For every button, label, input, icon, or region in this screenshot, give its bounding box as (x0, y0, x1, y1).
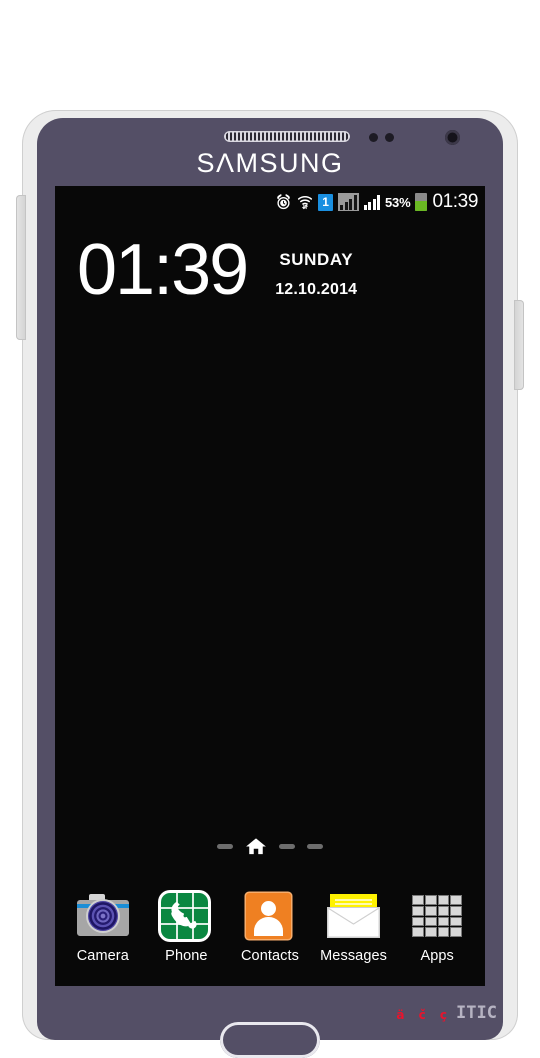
messages-icon[interactable] (326, 892, 382, 940)
battery-percent-label: 53% (385, 194, 411, 210)
lockscreen-clock-widget[interactable]: 01:39 SUNDAY 12.10.2014 (55, 230, 485, 310)
phone-bezel: SΛMSUNG 1 53% 01:39 01:39 SUNDAY 12.10.2… (37, 118, 503, 1058)
dock-item-messages[interactable]: Messages (314, 892, 394, 964)
clock-date: 12.10.2014 (275, 281, 358, 298)
earpiece-speaker (224, 131, 350, 142)
power-button[interactable] (514, 300, 524, 390)
phone-icon[interactable] (158, 892, 214, 940)
page-dot-3[interactable] (279, 843, 295, 849)
page-dot-4[interactable] (307, 843, 323, 849)
apps-grid-icon[interactable] (409, 892, 465, 940)
volume-rocker-button[interactable] (16, 195, 26, 340)
battery-icon (415, 193, 428, 211)
dock-label-camera: Camera (76, 948, 129, 964)
clock-date-block: SUNDAY 12.10.2014 (275, 250, 357, 299)
sensor-dot (385, 133, 394, 142)
dock-item-camera[interactable]: Camera (63, 892, 143, 964)
camera-icon[interactable] (75, 892, 131, 940)
samsung-brand-logo: SΛMSUNG (37, 148, 503, 179)
page-indicator (55, 837, 485, 855)
dock-item-phone[interactable]: Phone (146, 892, 226, 964)
dock-label-apps: Apps (420, 948, 454, 964)
alarm-clock-icon (275, 193, 292, 211)
wifi-icon (297, 193, 313, 211)
signal-bars-icon-sim1 (338, 193, 359, 211)
front-camera (445, 130, 460, 145)
battery-fill (415, 201, 428, 211)
contacts-icon[interactable] (242, 892, 298, 940)
home-icon[interactable] (245, 837, 267, 855)
home-button[interactable] (220, 1022, 320, 1058)
phone-device: SΛMSUNG 1 53% 01:39 01:39 SUNDAY 12.10.2… (16, 110, 524, 1058)
dock-item-contacts[interactable]: Contacts (230, 892, 310, 964)
dock-bar: Camera Phone Contacts Messages Apps (55, 892, 485, 964)
dock-label-messages: Messages (320, 948, 388, 964)
clock-time: 01:39 (77, 230, 249, 310)
brand-text: SΛMSUNG (196, 148, 344, 178)
sensor-dot (369, 133, 378, 142)
status-bar: 1 53% 01:39 (55, 186, 485, 218)
watermark: ä č ç ITIC (396, 1003, 497, 1023)
status-bar-time: 01:39 (432, 191, 478, 212)
page-dot-1[interactable] (217, 843, 233, 849)
signal-bars-icon-sim2 (363, 194, 381, 210)
sim-slot-badge: 1 (318, 193, 334, 211)
phone-screen[interactable]: 1 53% 01:39 01:39 SUNDAY 12.10.2014 Came… (55, 186, 485, 986)
dock-item-apps[interactable]: Apps (397, 892, 477, 964)
clock-weekday: SUNDAY (279, 250, 354, 269)
proximity-sensors (369, 133, 394, 142)
dock-label-phone: Phone (165, 948, 208, 964)
dock-label-contacts: Contacts (240, 948, 299, 964)
watermark-logo: ITIC (456, 1003, 497, 1023)
